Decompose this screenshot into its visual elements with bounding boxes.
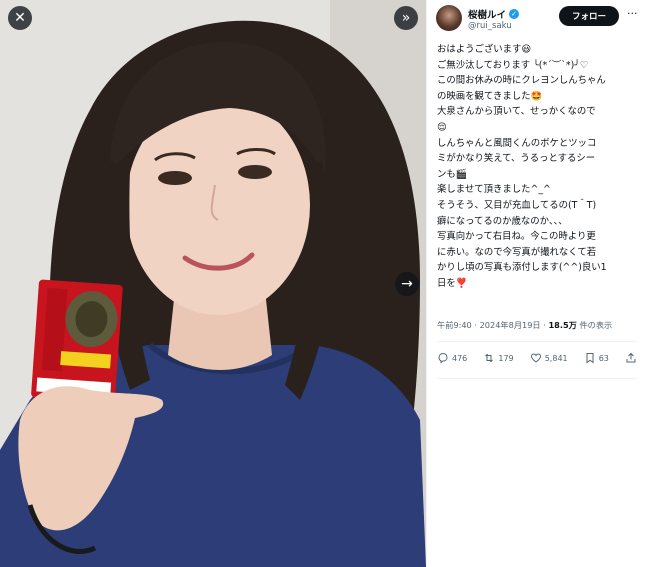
like-button[interactable]: 5,841 <box>530 352 568 364</box>
author-name-row[interactable]: 桜樹ルイ ✓ <box>468 7 520 21</box>
repost-count: 179 <box>498 353 514 363</box>
share-button[interactable] <box>625 352 637 364</box>
post-meta: 午前9:40 · 2024年8月19日 · 18.5万 件の表示 <box>437 319 612 331</box>
share-icon <box>626 352 636 363</box>
post-line: 日を❣️ <box>437 277 468 289</box>
double-chevron-right-icon: » <box>401 10 411 26</box>
follow-button[interactable]: フォロー <box>559 6 619 26</box>
next-image-button[interactable]: → <box>395 272 419 296</box>
view-count-label: 件の表示 <box>579 320 613 330</box>
post-line: 😌 <box>437 121 447 133</box>
reply-button[interactable]: 476 <box>437 352 467 364</box>
post-line: ンも🎬 <box>437 168 468 180</box>
post-line: ミがかなり笑えて、うるっとするシー <box>437 153 596 165</box>
bookmark-button[interactable]: 63 <box>584 352 609 364</box>
close-icon: ✕ <box>14 10 26 26</box>
photo-viewer[interactable]: ✕ » → <box>0 0 426 567</box>
expand-panel-button[interactable]: » <box>394 6 418 30</box>
post-text: おはようございます😃 ご無沙汰しております ╰(*´︶`*)╯♡ この間お休みの… <box>437 42 642 292</box>
post-line: の映画を観てきました🤩 <box>437 90 543 102</box>
post-line: そうそう、又目が充血してるの(T＾T) <box>437 199 597 211</box>
action-bar: 476 179 5,841 63 <box>437 352 637 364</box>
post-line: 写真向かって右目ね。今この時より更 <box>437 231 596 243</box>
post-line: しんちゃんと風間くんのボケとツッコ <box>437 137 597 149</box>
bookmark-icon <box>586 353 594 364</box>
more-options-icon[interactable]: ··· <box>627 7 638 20</box>
view-count: 18.5万 <box>548 320 577 330</box>
post-time[interactable]: 午前9:40 <box>437 320 472 330</box>
post-line: この間お休みの時にクレヨンしんちゃん <box>437 75 606 87</box>
divider <box>437 341 637 342</box>
user-handle[interactable]: @rui_saku <box>468 21 512 31</box>
photo <box>0 0 426 567</box>
post-date[interactable]: 2024年8月19日 <box>480 320 541 330</box>
arrow-right-icon: → <box>401 276 413 292</box>
post-line: おはようございます😃 <box>437 44 532 55</box>
repost-icon <box>485 353 494 363</box>
like-count: 5,841 <box>544 353 568 363</box>
post-panel: 桜樹ルイ ✓ @rui_saku フォロー ··· おはようございます😃 ご無沙… <box>426 0 645 567</box>
post-line: かりし頃の写真も添付します(^^)良い1 <box>437 262 607 274</box>
divider <box>437 378 637 379</box>
reply-icon <box>438 352 448 364</box>
avatar[interactable] <box>436 5 462 31</box>
post-line: 楽しませて頂きました^_^ <box>437 184 551 196</box>
post-line: 大泉さんから頂いて、せっかくなので <box>437 106 596 118</box>
reply-count: 476 <box>452 353 468 363</box>
post-line: 癖になってるのか歳なのか、、、 <box>437 215 568 227</box>
post-line: に赤い。なので今写真が撮れなくて若 <box>437 246 597 258</box>
bookmark-count: 63 <box>598 353 609 363</box>
repost-button[interactable]: 179 <box>483 352 514 364</box>
close-button[interactable]: ✕ <box>8 6 32 30</box>
post-line: ご無沙汰しております ╰(*´︶`*)╯♡ <box>437 59 589 71</box>
display-name[interactable]: 桜樹ルイ <box>468 7 506 21</box>
verified-badge-icon: ✓ <box>509 9 520 19</box>
heart-icon <box>530 353 541 363</box>
